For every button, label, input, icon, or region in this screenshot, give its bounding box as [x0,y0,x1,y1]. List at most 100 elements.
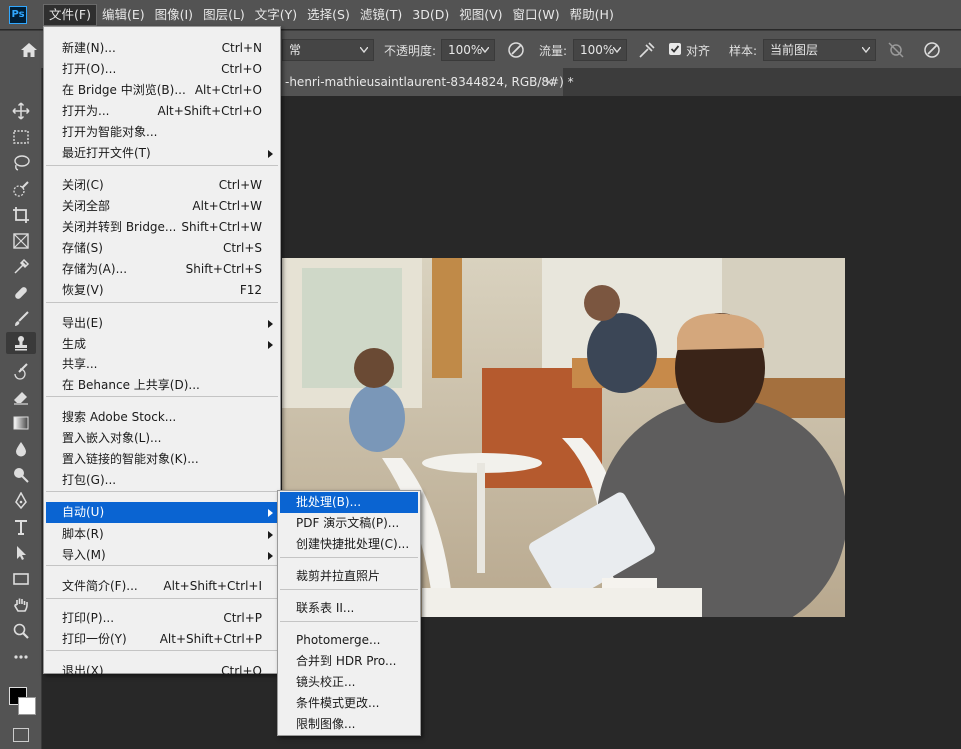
lasso-tool[interactable] [10,152,32,174]
marquee-tool[interactable] [10,126,32,148]
file-menu-item[interactable]: 打开(O)... Ctrl+O [46,59,278,80]
automate-menu-item[interactable]: PDF 演示文稿(P)... [280,513,418,534]
file-menu-item[interactable]: 打印(P)... Ctrl+P [46,608,278,629]
file-menu-item[interactable]: 搜索 Adobe Stock... [46,407,278,428]
ignore-adjustment-layers-icon[interactable] [886,40,906,60]
close-icon[interactable]: × [544,68,554,96]
dodge-tool[interactable] [10,464,32,486]
menu-image[interactable]: 图像(I) [150,4,198,26]
quick-mask-icon[interactable] [13,728,29,742]
frame-tool[interactable] [10,230,32,252]
lasso-icon [14,155,30,171]
file-menu-item[interactable]: 自动(U) [46,502,278,523]
file-menu-item[interactable]: 存储为(A)... Shift+Ctrl+S [46,259,278,280]
zoom-icon [13,623,29,639]
file-menu-item[interactable]: 新建(N)... Ctrl+N [46,38,278,59]
file-menu-item[interactable]: 导入(M) [46,545,278,566]
aligned-checkbox[interactable] [669,43,681,55]
eyedropper-tool[interactable] [10,256,32,278]
opacity-value: 100% [448,43,483,57]
move-icon [12,102,30,120]
file-menu-item[interactable]: 在 Behance 上共享(D)... [46,375,278,396]
more-icon [14,655,28,659]
menu-help[interactable]: 帮助(H) [565,4,619,26]
healing-brush-tool[interactable] [10,282,32,304]
automate-menu-item[interactable]: 批处理(B)... [280,492,418,513]
blend-mode-select[interactable]: 常 [282,39,374,61]
file-menu-item[interactable]: 最近打开文件(T) [46,143,278,164]
menu-edit[interactable]: 编辑(E) [97,4,150,26]
history-brush-tool[interactable] [10,360,32,382]
file-menu-item[interactable]: 共享... [46,354,278,375]
pen-icon [15,492,27,510]
automate-menu-item[interactable]: 联系表 II... [280,598,418,619]
automate-menu-item[interactable]: 裁剪并拉直照片 [280,566,418,587]
rectangle-tool[interactable] [10,568,32,590]
hand-tool[interactable] [10,594,32,616]
menu-item-label: 裁剪并拉直照片 [296,569,381,583]
file-menu-item[interactable]: 打印一份(Y) Alt+Shift+Ctrl+P [46,629,278,650]
menu-filter[interactable]: 滤镜(T) [355,4,407,26]
submenu-arrow-icon [268,150,273,158]
file-menu-item[interactable]: 文件简介(F)... Alt+Shift+Ctrl+I [46,576,278,597]
menu-item-label: 打开为智能对象... [62,125,158,139]
file-menu-item[interactable]: 脚本(R) [46,524,278,545]
menu-item-shortcut: Shift+Ctrl+W [181,220,262,234]
automate-menu-item[interactable]: 条件模式更改... [280,693,418,714]
file-menu-item[interactable]: 关闭全部 Alt+Ctrl+W [46,196,278,217]
file-menu-item[interactable]: 退出(X) Ctrl+Q [46,661,278,682]
gradient-tool[interactable] [10,412,32,434]
sample-select[interactable]: 当前图层 [763,39,876,61]
opacity-label: 不透明度: [384,44,437,58]
menu-select[interactable]: 选择(S) [302,4,355,26]
blur-tool[interactable] [10,438,32,460]
menu-3d[interactable]: 3D(D) [407,4,454,26]
crop-tool[interactable] [10,204,32,226]
brush-tool[interactable] [10,308,32,330]
file-menu-item[interactable]: 打包(G)... [46,470,278,491]
menu-item-label: 共享... [62,357,98,371]
rectangle-icon [13,573,29,585]
quick-selection-tool[interactable] [10,178,32,200]
path-selection-tool[interactable] [10,542,32,564]
menu-view[interactable]: 视图(V) [454,4,507,26]
file-menu-item[interactable]: 置入链接的智能对象(K)... [46,449,278,470]
type-tool[interactable] [10,516,32,538]
pressure-opacity-icon[interactable] [506,40,526,60]
file-menu-item[interactable]: 关闭并转到 Bridge... Shift+Ctrl+W [46,217,278,238]
automate-menu-item[interactable]: 合并到 HDR Pro... [280,651,418,672]
file-menu-item[interactable]: 关闭(C) Ctrl+W [46,175,278,196]
move-tool[interactable] [10,100,32,122]
background-color-swatch[interactable] [18,697,36,715]
menu-type[interactable]: 文字(Y) [250,4,302,26]
airbrush-icon[interactable] [637,40,657,60]
brush-icon [15,311,29,326]
file-menu-item[interactable]: 恢复(V) F12 [46,280,278,301]
opacity-input[interactable]: 100% [441,39,495,61]
menu-item-label: 创建快捷批处理(C)... [296,537,410,551]
flow-input[interactable]: 100% [573,39,627,61]
menu-item-label: 存储(S) [62,241,103,255]
clone-stamp-tool[interactable] [6,332,36,354]
automate-menu-item[interactable]: 创建快捷批处理(C)... [280,534,418,555]
file-menu-item[interactable]: 置入嵌入对象(L)... [46,428,278,449]
pressure-size-icon[interactable] [922,40,942,60]
menu-layer[interactable]: 图层(L) [198,4,250,26]
more-tools[interactable] [10,646,32,668]
file-menu-item[interactable]: 在 Bridge 中浏览(B)... Alt+Ctrl+O [46,80,278,101]
file-menu-item[interactable]: 生成 [46,334,278,355]
automate-menu-item[interactable]: Photomerge... [280,630,418,651]
menu-file[interactable]: 文件(F) [43,3,97,26]
file-menu-item[interactable]: 打开为智能对象... [46,122,278,143]
file-menu-item[interactable]: 存储(S) Ctrl+S [46,238,278,259]
zoom-tool[interactable] [10,620,32,642]
menu-window[interactable]: 窗口(W) [508,4,565,26]
file-menu-item[interactable]: 打开为... Alt+Shift+Ctrl+O [46,101,278,122]
menu-item-label: 在 Bridge 中浏览(B)... [62,83,186,97]
file-menu-item[interactable]: 导出(E) [46,313,278,334]
automate-menu-item[interactable]: 限制图像... [280,714,418,735]
automate-menu-item[interactable]: 镜头校正... [280,672,418,693]
home-icon[interactable] [20,41,38,59]
eraser-tool[interactable] [10,386,32,408]
pen-tool[interactable] [10,490,32,512]
